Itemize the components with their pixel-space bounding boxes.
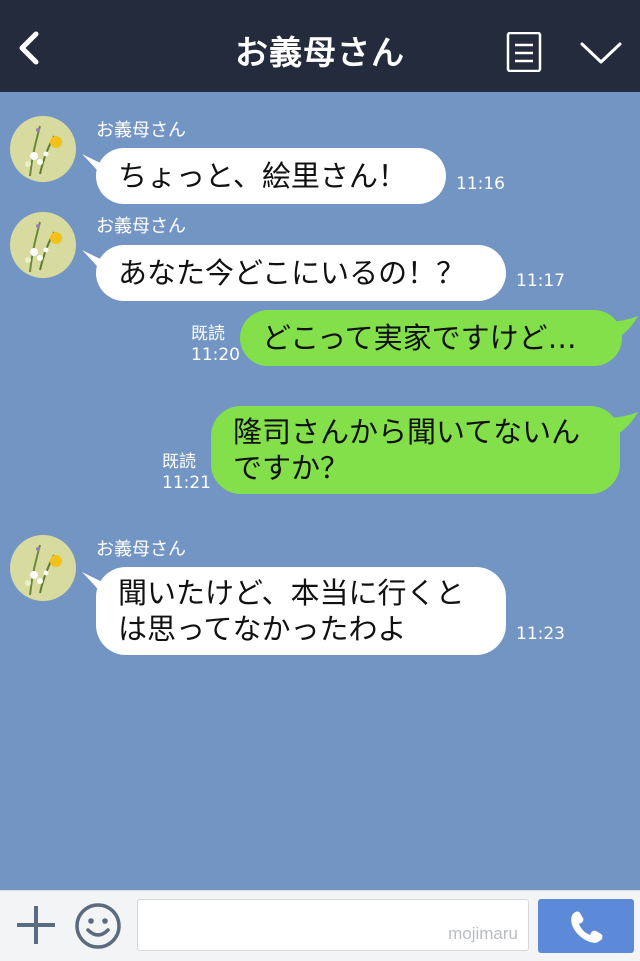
read-receipt: 既読	[162, 452, 196, 472]
emoji-button[interactable]	[74, 902, 122, 950]
message-bubble[interactable]: あなた今どこにいるの！？	[96, 245, 506, 301]
sender-name: お義母さん	[96, 120, 186, 141]
message-text-line: 聞いたけど、本当に行くと	[118, 576, 465, 610]
message-bubble[interactable]: 隆司さんから聞いてないん ですか？	[211, 406, 620, 494]
avatar[interactable]	[10, 535, 76, 601]
bubble-tail	[604, 316, 638, 342]
message-input[interactable]: mojimaru	[137, 899, 529, 951]
chat-header: お義母さん	[0, 0, 640, 92]
plus-icon	[17, 906, 55, 944]
avatar[interactable]	[10, 116, 76, 182]
expand-button[interactable]	[578, 38, 624, 68]
flower-avatar-icon	[10, 212, 76, 278]
message-time: 11:16	[456, 174, 505, 194]
phone-icon	[571, 911, 603, 943]
sender-name: お義母さん	[96, 216, 186, 237]
read-receipt: 既読	[191, 324, 225, 344]
call-button[interactable]	[538, 899, 634, 953]
document-menu-icon	[506, 31, 542, 73]
menu-button[interactable]	[506, 31, 542, 73]
bubble-tail	[604, 412, 638, 438]
flower-avatar-icon	[10, 535, 76, 601]
watermark: mojimaru	[448, 924, 518, 943]
message-bubble[interactable]: どこって実家ですけど…	[240, 310, 622, 366]
input-bar: mojimaru	[0, 890, 640, 961]
sender-name: お義母さん	[96, 539, 186, 560]
chevron-down-icon	[580, 42, 622, 64]
message-text: あなた今どこにいるの！？	[118, 256, 466, 290]
smiley-icon	[75, 903, 121, 949]
message-bubble[interactable]: ちょっと、絵里さん！	[96, 148, 446, 204]
message-text: どこって実家ですけど…	[262, 321, 577, 355]
message-text-line: ですか？	[233, 451, 350, 485]
chat-area[interactable]: お義母さん ちょっと、絵里さん！ 11:16 お義母さん あなた今どこにいるの！…	[0, 92, 640, 890]
avatar[interactable]	[10, 212, 76, 278]
flower-avatar-icon	[10, 116, 76, 182]
message-text: ちょっと、絵里さん！	[118, 159, 407, 193]
message-time: 11:17	[516, 271, 565, 291]
attach-button[interactable]	[14, 903, 58, 947]
message-time: 11:21	[162, 473, 211, 493]
chat-title: お義母さん	[235, 33, 405, 72]
message-text-line: は思ってなかったわよ	[118, 612, 407, 646]
message-time: 11:23	[516, 624, 565, 644]
message-time: 11:20	[191, 345, 240, 365]
message-text-line: 隆司さんから聞いてないん	[233, 415, 581, 449]
message-bubble[interactable]: 聞いたけど、本当に行くと は思ってなかったわよ	[96, 567, 506, 655]
